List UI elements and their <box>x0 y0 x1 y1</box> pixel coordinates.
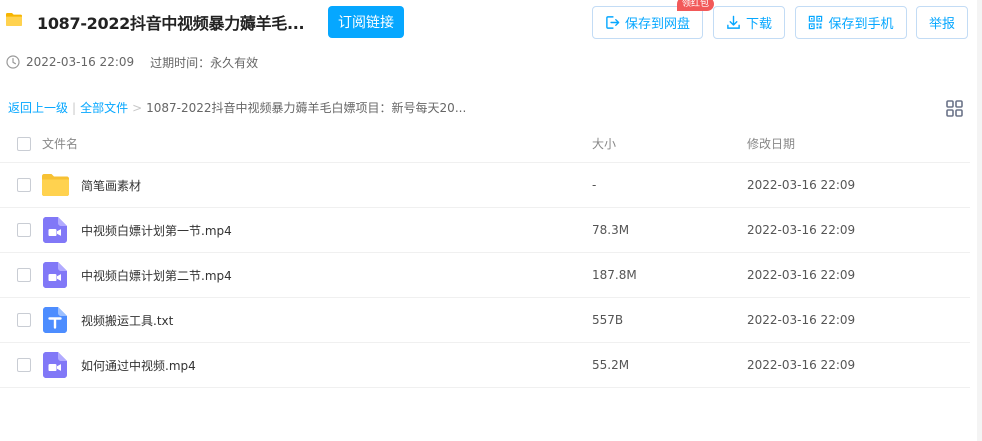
file-size: 78.3M <box>592 223 630 237</box>
file-size: 557B <box>592 313 624 327</box>
row-checkbox[interactable] <box>17 313 31 327</box>
file-name[interactable]: 中视频白嫖计划第一节.mp4 <box>81 208 232 252</box>
row-checkbox[interactable] <box>17 268 31 282</box>
header: 1087-2022抖音中视频暴力薅羊毛... 订阅链接 保存到网盘 领红包 下载 <box>0 0 982 48</box>
video-file-icon <box>43 217 67 243</box>
file-size: 187.8M <box>592 268 637 282</box>
file-name[interactable]: 简笔画素材 <box>81 163 141 207</box>
download-icon <box>727 15 740 29</box>
share-date: 2022-03-16 22:09 <box>26 55 135 69</box>
save-to-netdisk-label: 保存到网盘 <box>624 17 690 32</box>
breadcrumb-current: 1087-2022抖音中视频暴力薅羊毛白嫖项目：新号每天20... <box>146 101 467 115</box>
table-row[interactable]: 如何通过中视频.mp4 55.2M 2022-03-16 22:09 <box>0 343 970 388</box>
save-to-phone-button[interactable]: 保存到手机 <box>795 6 907 39</box>
folder-icon <box>6 13 22 26</box>
table-row[interactable]: 中视频白嫖计划第一节.mp4 78.3M 2022-03-16 22:09 <box>0 208 970 253</box>
table-row[interactable]: 中视频白嫖计划第二节.mp4 187.8M 2022-03-16 22:09 <box>0 253 970 298</box>
file-size: - <box>592 178 597 192</box>
report-button[interactable]: 举报 <box>916 6 968 39</box>
table-row[interactable]: 视频搬运工具.txt 557B 2022-03-16 22:09 <box>0 298 970 343</box>
file-name[interactable]: 中视频白嫖计划第二节.mp4 <box>81 253 232 297</box>
qr-code-icon <box>809 15 823 30</box>
file-name[interactable]: 如何通过中视频.mp4 <box>81 343 196 387</box>
file-size: 55.2M <box>592 358 630 372</box>
folder-icon <box>42 174 69 196</box>
breadcrumb-separator: | <box>72 100 77 115</box>
video-file-icon <box>43 352 67 378</box>
file-name[interactable]: 视频搬运工具.txt <box>81 298 173 342</box>
row-checkbox[interactable] <box>17 358 31 372</box>
file-table: 文件名 大小 修改日期 简笔画素材 - 2022-03-16 22:09 中视频… <box>0 125 970 388</box>
download-button[interactable]: 下载 <box>713 6 785 39</box>
breadcrumb: 返回上一级 | 全部文件 > 1087-2022抖音中视频暴力薅羊毛白嫖项目：新… <box>8 99 466 116</box>
grid-view-icon[interactable] <box>946 100 963 117</box>
save-icon <box>606 16 620 29</box>
text-file-icon <box>43 307 67 333</box>
file-date: 2022-03-16 22:09 <box>747 223 856 237</box>
share-meta: 2022-03-16 22:09 过期时间：永久有效 <box>6 54 258 70</box>
save-to-phone-label: 保存到手机 <box>828 17 894 32</box>
subscribe-button[interactable]: 订阅链接 <box>328 6 404 38</box>
table-row[interactable]: 简笔画素材 - 2022-03-16 22:09 <box>0 163 970 208</box>
table-header: 文件名 大小 修改日期 <box>0 125 970 163</box>
scrollbar-track[interactable] <box>977 0 982 441</box>
column-header-name[interactable]: 文件名 <box>42 125 78 162</box>
breadcrumb-arrow: > <box>132 100 143 115</box>
file-date: 2022-03-16 22:09 <box>747 358 856 372</box>
column-header-date[interactable]: 修改日期 <box>747 125 795 162</box>
back-link[interactable]: 返回上一级 <box>8 99 68 116</box>
all-files-link[interactable]: 全部文件 <box>80 99 128 116</box>
column-header-size[interactable]: 大小 <box>592 125 616 162</box>
red-packet-badge[interactable]: 领红包 <box>677 0 715 11</box>
row-checkbox[interactable] <box>17 178 31 192</box>
video-file-icon <box>43 262 67 288</box>
file-date: 2022-03-16 22:09 <box>747 313 856 327</box>
select-all-checkbox[interactable] <box>17 136 31 151</box>
expire-time: 过期时间：永久有效 <box>150 55 259 70</box>
clock-icon <box>6 55 20 69</box>
file-date: 2022-03-16 22:09 <box>747 268 856 282</box>
file-date: 2022-03-16 22:09 <box>747 178 856 192</box>
row-checkbox[interactable] <box>17 223 31 237</box>
page-title: 1087-2022抖音中视频暴力薅羊毛... <box>37 14 305 33</box>
download-label: 下载 <box>745 17 772 32</box>
